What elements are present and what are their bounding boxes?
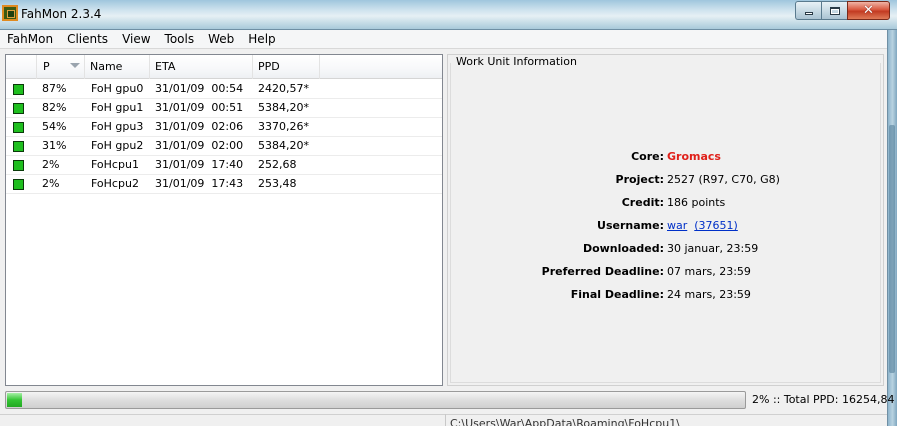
menu-clients[interactable]: Clients (60, 30, 115, 49)
row-eta: 31/01/09 17:43 (155, 177, 244, 190)
wu-downloaded-row: Downloaded: 30 januar, 23:59 (448, 241, 885, 257)
wu-credit-row: Credit: 186 points (448, 195, 885, 211)
maximize-button[interactable] (821, 1, 847, 20)
row-ppd: 252,68 (258, 158, 297, 171)
wu-project-value: 2527 (R97, C70, G8) (667, 173, 780, 186)
menu-tools[interactable]: Tools (158, 30, 202, 49)
wu-preferred-label: Preferred Deadline: (541, 265, 664, 278)
frame-scroll-thumb (889, 125, 895, 373)
app-icon (2, 5, 18, 21)
wu-project-label: Project: (615, 173, 664, 186)
row-eta: 31/01/09 02:06 (155, 120, 244, 133)
row-name: FoH gpu2 (91, 139, 144, 152)
column-header-status[interactable] (6, 55, 37, 79)
title-bar: FahMon 2.3.4 ✕ (0, 0, 897, 30)
table-row[interactable]: 82% FoH gpu1 31/01/09 00:51 5384,20* (6, 99, 442, 118)
row-name: FoHcpu2 (91, 177, 139, 190)
row-ppd: 5384,20* (258, 101, 309, 114)
wu-final-label: Final Deadline: (570, 288, 664, 301)
table-row[interactable]: 2% FoHcpu2 31/01/09 17:43 253,48 (6, 175, 442, 194)
row-progress: 87% (42, 82, 67, 95)
total-progress-fill (7, 393, 22, 407)
sort-descending-icon (70, 63, 80, 68)
column-header-name[interactable]: Name (85, 55, 150, 79)
column-header-ppd[interactable]: PPD (253, 55, 320, 79)
row-ppd: 3370,26* (258, 120, 309, 133)
work-unit-panel: Work Unit Information Core: Gromacs Proj… (447, 54, 884, 386)
row-progress: 2% (42, 158, 60, 171)
window-title: FahMon 2.3.4 (21, 7, 102, 21)
wu-credit-label: Credit: (621, 196, 664, 209)
minimize-button[interactable] (795, 1, 821, 20)
menu-help[interactable]: Help (241, 30, 282, 49)
status-path-text: C:\Users\War\AppData\Roaming\FoHcpu1\ (450, 417, 680, 426)
wu-username-label: Username: (597, 219, 664, 232)
minimize-icon (804, 12, 813, 15)
client-list[interactable]: P Name ETA PPD 87% FoH gpu0 31/01/09 00:… (5, 54, 443, 386)
wu-final-value: 24 mars, 23:59 (667, 288, 751, 301)
wu-username-row: Username: war (37651) (448, 218, 885, 234)
menu-fahmon[interactable]: FahMon (0, 30, 60, 49)
table-row[interactable]: 31% FoH gpu2 31/01/09 02:00 5384,20* (6, 137, 442, 156)
wu-core-label: Core: (631, 150, 664, 163)
column-header-eta[interactable]: ETA (150, 55, 253, 79)
wu-preferred-row: Preferred Deadline: 07 mars, 23:59 (448, 264, 885, 280)
row-name: FoHcpu1 (91, 158, 139, 171)
wu-downloaded-label: Downloaded: (582, 242, 664, 255)
table-row[interactable]: 87% FoH gpu0 31/01/09 00:54 2420,57* (6, 80, 442, 99)
row-progress: 2% (42, 177, 60, 190)
status-ok-icon (13, 179, 24, 190)
wu-credit-value: 186 points (667, 196, 726, 209)
close-icon: ✕ (863, 3, 874, 18)
list-header: P Name ETA PPD (6, 55, 442, 79)
wu-core-value: Gromacs (667, 150, 721, 163)
status-path-pane: C:\Users\War\AppData\Roaming\FoHcpu1\ (445, 414, 887, 426)
menu-bar: FahMon Clients View Tools Web Help (0, 30, 887, 49)
status-ok-icon (13, 103, 24, 114)
wu-final-row: Final Deadline: 24 mars, 23:59 (448, 287, 885, 303)
row-progress: 31% (42, 139, 67, 152)
wu-project-row: Project: 2527 (R97, C70, G8) (448, 172, 885, 188)
row-eta: 31/01/09 17:40 (155, 158, 244, 171)
username-link[interactable]: war (667, 219, 687, 232)
wu-core-row: Core: Gromacs (448, 149, 885, 165)
status-ok-icon (13, 84, 24, 95)
menu-view[interactable]: View (115, 30, 157, 49)
row-progress: 82% (42, 101, 67, 114)
row-name: FoH gpu1 (91, 101, 144, 114)
row-eta: 31/01/09 00:54 (155, 82, 244, 95)
wu-downloaded-value: 30 januar, 23:59 (667, 242, 759, 255)
row-name: FoH gpu0 (91, 82, 144, 95)
status-ok-icon (13, 141, 24, 152)
total-ppd-text: 2% :: Total PPD: 16254,84 (752, 393, 895, 406)
row-name: FoH gpu3 (91, 120, 144, 133)
menu-web[interactable]: Web (201, 30, 241, 49)
status-ok-icon (13, 160, 24, 171)
row-ppd: 253,48 (258, 177, 297, 190)
maximize-icon (829, 6, 840, 15)
row-ppd: 5384,20* (258, 139, 309, 152)
close-button[interactable]: ✕ (847, 1, 890, 20)
work-unit-title: Work Unit Information (456, 55, 577, 68)
row-eta: 31/01/09 00:51 (155, 101, 244, 114)
column-header-progress-label: P (43, 60, 50, 73)
wu-username-values: war (37651) (667, 218, 738, 234)
status-ok-icon (13, 122, 24, 133)
table-row[interactable]: 54% FoH gpu3 31/01/09 02:06 3370,26* (6, 118, 442, 137)
row-eta: 31/01/09 02:00 (155, 139, 244, 152)
row-progress: 54% (42, 120, 67, 133)
team-link[interactable]: (37651) (694, 219, 738, 232)
table-row[interactable]: 2% FoHcpu1 31/01/09 17:40 252,68 (6, 156, 442, 175)
wu-preferred-value: 07 mars, 23:59 (667, 265, 751, 278)
total-progress-bar (5, 391, 746, 409)
window-controls: ✕ (795, 1, 890, 21)
row-ppd: 2420,57* (258, 82, 309, 95)
